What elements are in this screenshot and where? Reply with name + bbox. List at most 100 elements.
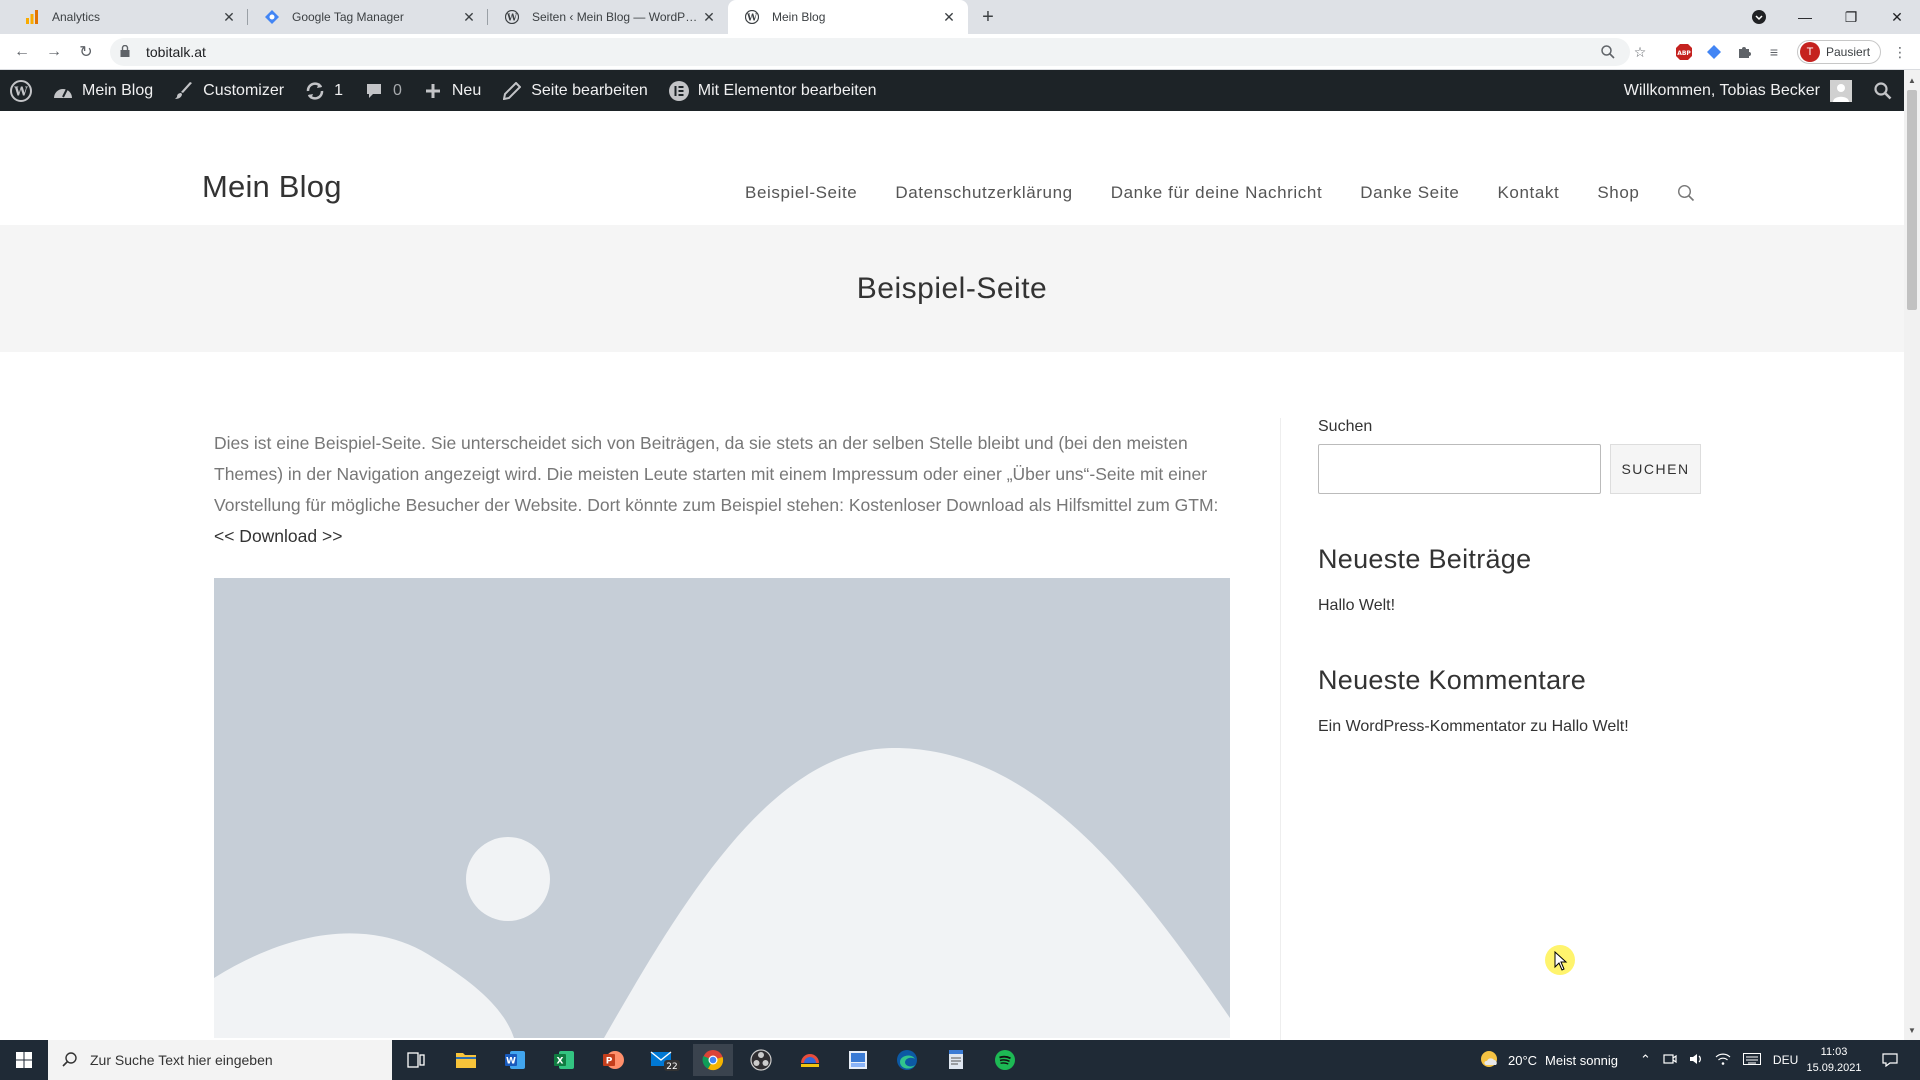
keyboard-icon[interactable] [1742, 1052, 1761, 1068]
comment-author-link[interactable]: Ein WordPress-Kommentator [1318, 718, 1526, 735]
reload-icon[interactable]: ↻ [74, 40, 98, 64]
extensions-puzzle-icon[interactable] [1732, 40, 1756, 64]
wordpress-icon: W [10, 79, 32, 102]
browser-menu-icon[interactable]: ⋮ [1888, 40, 1912, 64]
powerpoint-icon[interactable]: P [593, 1044, 633, 1076]
zoom-icon[interactable] [1596, 40, 1620, 64]
notification-icon[interactable] [1870, 1044, 1910, 1076]
edit-page-button[interactable]: Seite bearbeiten [491, 70, 658, 111]
elementor-edit-button[interactable]: Mit Elementor bearbeiten [658, 70, 887, 111]
tab-title: Analytics [52, 10, 101, 24]
site-name-button[interactable]: Mein Blog [42, 70, 163, 111]
new-content-label: Neu [451, 81, 482, 99]
nav-item-danke-nachricht[interactable]: Danke für deine Nachricht [1111, 183, 1323, 203]
tab-search-icon[interactable] [1736, 0, 1782, 34]
tag-assistant-extension-icon[interactable] [1702, 40, 1726, 64]
scroll-up-icon[interactable]: ▲ [1904, 72, 1920, 88]
system-tray: ⌃ DEU [1640, 1040, 1798, 1080]
new-tab-icon[interactable]: + [976, 5, 1000, 29]
wordpress-icon: W [744, 9, 760, 25]
chrome-icon[interactable] [693, 1044, 733, 1076]
comment-on-text: zu [1530, 718, 1548, 735]
comments-button[interactable]: 0 [353, 70, 412, 111]
address-bar[interactable]: tobitalk.at [110, 38, 1630, 66]
nav-item-kontakt[interactable]: Kontakt [1497, 183, 1559, 203]
nav-item-danke-seite[interactable]: Danke Seite [1360, 183, 1459, 203]
welcome-label: Willkommen, Tobias Becker [1623, 81, 1820, 99]
bookmark-star-icon[interactable]: ☆ [1628, 40, 1652, 64]
window-close-icon[interactable]: ✕ [1874, 0, 1920, 34]
back-icon[interactable]: ← [10, 40, 34, 64]
nav-item-shop[interactable]: Shop [1597, 183, 1639, 203]
windows-taskbar: Zur Suche Text hier eingeben W X P 22 20… [0, 1040, 1920, 1080]
forward-icon[interactable]: → [42, 40, 66, 64]
image-placeholder [214, 578, 1230, 1038]
svg-text:ABP: ABP [1677, 50, 1691, 57]
volume-icon[interactable] [1689, 1053, 1703, 1068]
mail-icon[interactable]: 22 [645, 1044, 685, 1076]
recent-posts-heading: Neueste Beiträge [1318, 544, 1532, 574]
taskbar-search-box[interactable]: Zur Suche Text hier eingeben [48, 1040, 392, 1080]
avatar [1830, 79, 1852, 102]
minimize-icon[interactable]: — [1782, 0, 1828, 34]
admin-search-button[interactable] [1862, 70, 1904, 111]
weather-widget[interactable]: 20°C Meist sonnig [1478, 1040, 1618, 1080]
meet-now-icon[interactable] [1663, 1053, 1677, 1068]
new-content-button[interactable]: Neu [412, 70, 491, 111]
page-title: Beispiel-Seite [856, 271, 1048, 305]
tab-google-tag-manager[interactable]: Google Tag Manager ✕ [248, 0, 488, 34]
site-title[interactable]: Mein Blog [202, 169, 342, 205]
notepad-icon[interactable] [936, 1044, 976, 1076]
profile-button[interactable]: T Pausiert [1797, 40, 1881, 64]
clock[interactable]: 11:03 15.09.2021 [1796, 1044, 1872, 1076]
search-input[interactable] [1318, 444, 1601, 494]
recent-post-link[interactable]: Hallo Welt! [1318, 597, 1702, 615]
paint-icon[interactable] [838, 1044, 878, 1076]
chevron-up-icon[interactable]: ⌃ [1640, 1052, 1651, 1068]
nav-item-datenschutz[interactable]: Datenschutzerklärung [895, 183, 1072, 203]
windows-start-icon[interactable] [0, 1040, 48, 1080]
excel-icon[interactable]: X [544, 1044, 584, 1076]
scroll-down-icon[interactable]: ▼ [1904, 1022, 1920, 1038]
reading-list-icon[interactable]: ≡ [1762, 40, 1786, 64]
obs-icon[interactable] [741, 1044, 781, 1076]
search-icon[interactable] [1677, 184, 1695, 202]
wifi-icon[interactable] [1715, 1053, 1731, 1068]
tab-wordpress-seiten[interactable]: W Seiten ‹ Mein Blog — WordPress ✕ [488, 0, 728, 34]
comment-post-link[interactable]: Hallo Welt! [1552, 718, 1629, 735]
tab-analytics[interactable]: Analytics ✕ [8, 0, 248, 34]
analytics-icon [24, 9, 40, 25]
customizer-label: Customizer [203, 81, 285, 99]
updates-button[interactable]: 1 [294, 70, 353, 111]
word-icon[interactable]: W [495, 1044, 535, 1076]
account-button[interactable]: Willkommen, Tobias Becker [1614, 70, 1862, 111]
close-icon[interactable]: ✕ [700, 8, 718, 26]
input-language[interactable]: DEU [1773, 1053, 1798, 1067]
tab-title: Google Tag Manager [292, 10, 404, 24]
spotify-icon[interactable] [985, 1044, 1025, 1076]
site-name-label: Mein Blog [82, 81, 154, 99]
recent-comment: Ein WordPress-Kommentator zu Hallo Welt! [1318, 718, 1702, 736]
task-view-icon[interactable] [396, 1044, 436, 1076]
close-icon[interactable]: ✕ [220, 8, 238, 26]
adblock-extension-icon[interactable]: ABP [1672, 40, 1696, 64]
tab-title: Seiten ‹ Mein Blog — WordPress [532, 10, 700, 24]
page-scrollbar[interactable]: ▲ ▼ [1904, 70, 1920, 1040]
wp-logo-button[interactable]: W [0, 70, 42, 111]
close-icon[interactable]: ✕ [940, 8, 958, 26]
file-explorer-icon[interactable] [446, 1044, 486, 1076]
download-link[interactable]: << Download >> [214, 526, 342, 546]
nav-item-beispiel-seite[interactable]: Beispiel-Seite [745, 183, 857, 203]
close-icon[interactable]: ✕ [460, 8, 478, 26]
svg-text:W: W [13, 84, 28, 98]
search-button[interactable]: SUCHEN [1610, 444, 1701, 494]
placeholder-landscape-icon [214, 748, 1230, 1038]
tab-mein-blog[interactable]: W Mein Blog ✕ [728, 0, 968, 34]
restore-icon[interactable]: ❐ [1828, 0, 1874, 34]
wp-admin-bar: W Mein Blog Customizer 1 0 Neu Seite bea… [0, 70, 1904, 111]
customizer-button[interactable]: Customizer [163, 70, 294, 111]
scrollbar-thumb[interactable] [1907, 90, 1917, 310]
app-icon[interactable] [790, 1044, 830, 1076]
page-body-text: Dies ist eine Beispiel-Seite. Sie unters… [214, 433, 1219, 515]
edge-icon[interactable] [887, 1044, 927, 1076]
